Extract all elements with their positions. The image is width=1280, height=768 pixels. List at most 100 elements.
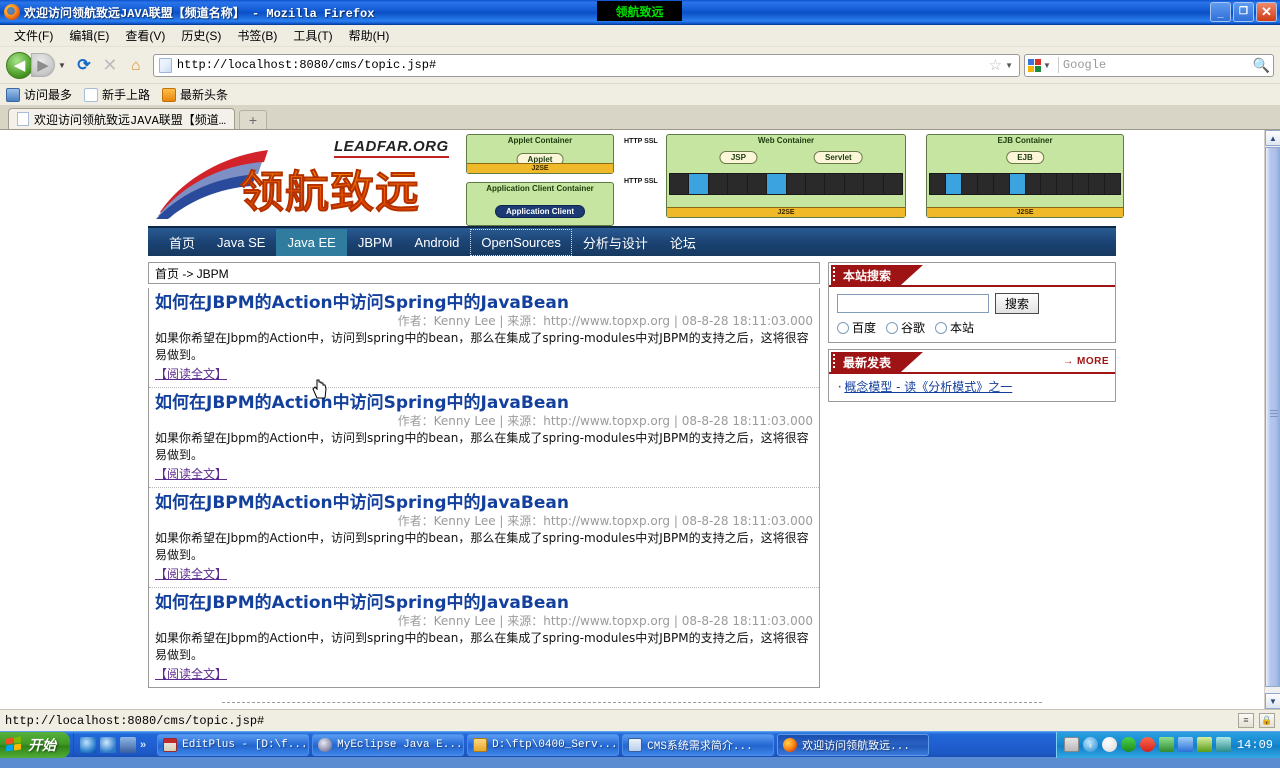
divider bbox=[1057, 57, 1059, 73]
nav-item-home[interactable]: 首页 bbox=[158, 227, 206, 258]
close-button[interactable]: ✕ bbox=[1256, 2, 1277, 22]
bookmark-latest-headlines[interactable]: 最新头条 bbox=[162, 86, 228, 103]
shield-icon[interactable] bbox=[1196, 737, 1212, 752]
article-title[interactable]: 如何在JBPM的Action中访问Spring中的JavaBean bbox=[155, 293, 813, 313]
back-button[interactable]: ◀ bbox=[6, 51, 33, 79]
radio-icon[interactable] bbox=[837, 321, 849, 334]
bullet-icon: · bbox=[837, 378, 843, 395]
nav-item-analysis-design[interactable]: 分析与设计 bbox=[572, 227, 659, 258]
keyboard-icon[interactable] bbox=[1063, 737, 1079, 752]
site-search-button[interactable]: 搜索 bbox=[995, 293, 1040, 314]
menu-help[interactable]: 帮助(H) bbox=[341, 25, 398, 46]
taskbar-item-explorer[interactable]: D:\ftp\0400_Serv... bbox=[467, 733, 620, 756]
tray-app-icon[interactable] bbox=[1215, 737, 1231, 752]
search-box[interactable]: ▼ Google 🔍 bbox=[1024, 53, 1274, 77]
nav-item-android[interactable]: Android bbox=[404, 229, 471, 256]
vertical-scrollbar[interactable]: ▲ ▼ bbox=[1264, 130, 1280, 709]
internet-explorer-icon[interactable] bbox=[80, 736, 96, 753]
site-search-input[interactable] bbox=[837, 294, 989, 313]
system-clock[interactable]: 14:09 bbox=[1237, 738, 1273, 752]
taskbar-item-cms-doc[interactable]: CMS系统需求简介... bbox=[622, 733, 775, 756]
address-bar[interactable]: http://localhost:8080/cms/topic.jsp# ☆ ▼ bbox=[152, 53, 1020, 77]
reload-icon[interactable]: ⟳ bbox=[71, 55, 97, 75]
radio-site[interactable]: 本站 bbox=[935, 319, 974, 336]
chevron-down-icon[interactable]: ▼ bbox=[1043, 61, 1051, 70]
search-panel-body: 搜索 百度 谷歌 本站 bbox=[829, 287, 1115, 342]
taskbar-item-editplus[interactable]: EditPlus - [D:\f... bbox=[157, 733, 310, 756]
chevron-down-icon[interactable]: ▼ bbox=[58, 61, 66, 70]
search-icon[interactable]: 🔍 bbox=[1253, 57, 1270, 74]
nav-item-jbpm[interactable]: JBPM bbox=[347, 229, 404, 256]
breadcrumb[interactable]: 首页 -> JBPM bbox=[148, 262, 820, 284]
radio-google[interactable]: 谷歌 bbox=[886, 319, 925, 336]
menu-bookmarks[interactable]: 书签(B) bbox=[229, 25, 285, 46]
nav-item-javase[interactable]: Java SE bbox=[206, 229, 276, 256]
rss-icon bbox=[162, 87, 177, 102]
bookmark-star-icon[interactable]: ☆ bbox=[989, 56, 1002, 74]
overlay-badge: 领航致远 bbox=[597, 1, 682, 21]
home-icon[interactable]: ⌂ bbox=[123, 57, 149, 74]
radio-baidu[interactable]: 百度 bbox=[837, 319, 876, 336]
article-readmore-link[interactable]: 【阅读全文】 bbox=[155, 665, 227, 682]
menu-file[interactable]: 文件(F) bbox=[6, 25, 61, 46]
menu-history[interactable]: 历史(S) bbox=[173, 25, 229, 46]
bookmark-label: 访问最多 bbox=[24, 88, 73, 102]
bookmark-getting-started[interactable]: 新手上路 bbox=[84, 86, 150, 103]
site-navigation: 首页 Java SE Java EE JBPM Android OpenSour… bbox=[148, 226, 1116, 256]
article-meta: 作者：Kenny Lee | 来源：http://www.topxp.org |… bbox=[397, 514, 813, 528]
website: LEADFAR.ORG 领航致远 Applet Container Applet… bbox=[0, 130, 1264, 709]
menu-edit[interactable]: 编辑(E) bbox=[61, 25, 117, 46]
site-logo[interactable]: LEADFAR.ORG 领航致远 bbox=[148, 130, 458, 226]
more-link[interactable]: → MORE bbox=[1063, 356, 1109, 367]
logo-chinese: 领航致远 bbox=[240, 156, 420, 220]
footer-divider bbox=[222, 702, 1042, 703]
scroll-up-button[interactable]: ▲ bbox=[1265, 130, 1280, 146]
radio-icon[interactable] bbox=[886, 321, 899, 334]
media-player-icon[interactable] bbox=[120, 736, 136, 753]
bookmark-most-visited[interactable]: 访问最多 bbox=[6, 86, 72, 103]
breadcrumb-text: 首页 -> JBPM bbox=[155, 266, 229, 281]
sync-icon[interactable] bbox=[1177, 737, 1193, 752]
article-readmore-link[interactable]: 【阅读全文】 bbox=[155, 365, 227, 382]
scroll-down-button[interactable]: ▼ bbox=[1265, 693, 1280, 709]
qq-icon[interactable] bbox=[1101, 737, 1117, 752]
article-title[interactable]: 如何在JBPM的Action中访问Spring中的JavaBean bbox=[155, 593, 813, 613]
scrollbar-grip-icon bbox=[1270, 410, 1278, 417]
security-status-icon[interactable]: 🔒 bbox=[1259, 713, 1275, 728]
tab-active[interactable]: 欢迎访问领航致远JAVA联盟【频道… bbox=[8, 108, 236, 129]
chevron-down-icon[interactable]: ▼ bbox=[1005, 61, 1013, 70]
article-readmore-link[interactable]: 【阅读全文】 bbox=[155, 465, 227, 482]
article-readmore-link[interactable]: 【阅读全文】 bbox=[155, 565, 227, 582]
nav-item-forum[interactable]: 论坛 bbox=[659, 227, 707, 258]
main-column: 首页 -> JBPM 如何在JBPM的Action中访问Spring中的Java… bbox=[148, 262, 820, 688]
nav-item-javaee[interactable]: Java EE bbox=[276, 228, 347, 256]
chevron-right-icon[interactable]: » bbox=[140, 739, 146, 751]
new-tab-button[interactable]: + bbox=[239, 110, 268, 129]
taskbar-item-myeclipse[interactable]: MyEclipse Java E... bbox=[312, 733, 465, 756]
network-monitor-icon[interactable] bbox=[1158, 737, 1174, 752]
scrollbar-thumb[interactable] bbox=[1265, 147, 1280, 687]
taskbar-item-firefox[interactable]: 欢迎访问领航致远... bbox=[777, 733, 930, 756]
menu-bar: 文件(F) 编辑(E) 查看(V) 历史(S) 书签(B) 工具(T) 帮助(H… bbox=[0, 25, 1280, 47]
latest-post-link[interactable]: 概念模型 - 读《分析模式》之一 bbox=[844, 380, 1012, 394]
ejb-container-label: EJB Container bbox=[997, 136, 1053, 145]
rss-status-icon[interactable]: ≡ bbox=[1238, 713, 1254, 728]
outlook-icon[interactable] bbox=[100, 736, 116, 753]
green-status-icon[interactable] bbox=[1120, 737, 1136, 752]
maximize-button[interactable]: ❐ bbox=[1233, 2, 1254, 22]
forward-button[interactable]: ▶ bbox=[31, 53, 55, 77]
start-button[interactable]: 开始 bbox=[0, 731, 70, 758]
article-title[interactable]: 如何在JBPM的Action中访问Spring中的JavaBean bbox=[155, 393, 813, 413]
minimize-button[interactable]: _ bbox=[1210, 2, 1231, 22]
article-title[interactable]: 如何在JBPM的Action中访问Spring中的JavaBean bbox=[155, 493, 813, 513]
article-item: 如何在JBPM的Action中访问Spring中的JavaBean 作者：Ken… bbox=[149, 588, 819, 687]
red-status-icon[interactable] bbox=[1139, 737, 1155, 752]
radio-icon[interactable] bbox=[935, 321, 948, 334]
menu-view[interactable]: 查看(V) bbox=[117, 25, 173, 46]
chevron-left-icon[interactable]: ‹ bbox=[1082, 737, 1098, 752]
nav-item-opensources[interactable]: OpenSources bbox=[470, 228, 572, 256]
page-content: LEADFAR.ORG 领航致远 Applet Container Applet… bbox=[0, 130, 1280, 709]
stop-icon[interactable]: ✕ bbox=[97, 55, 123, 76]
menu-tools[interactable]: 工具(T) bbox=[285, 25, 340, 46]
j2ee-architecture-diagram: Applet Container Applet J2SE Application… bbox=[458, 130, 1124, 226]
